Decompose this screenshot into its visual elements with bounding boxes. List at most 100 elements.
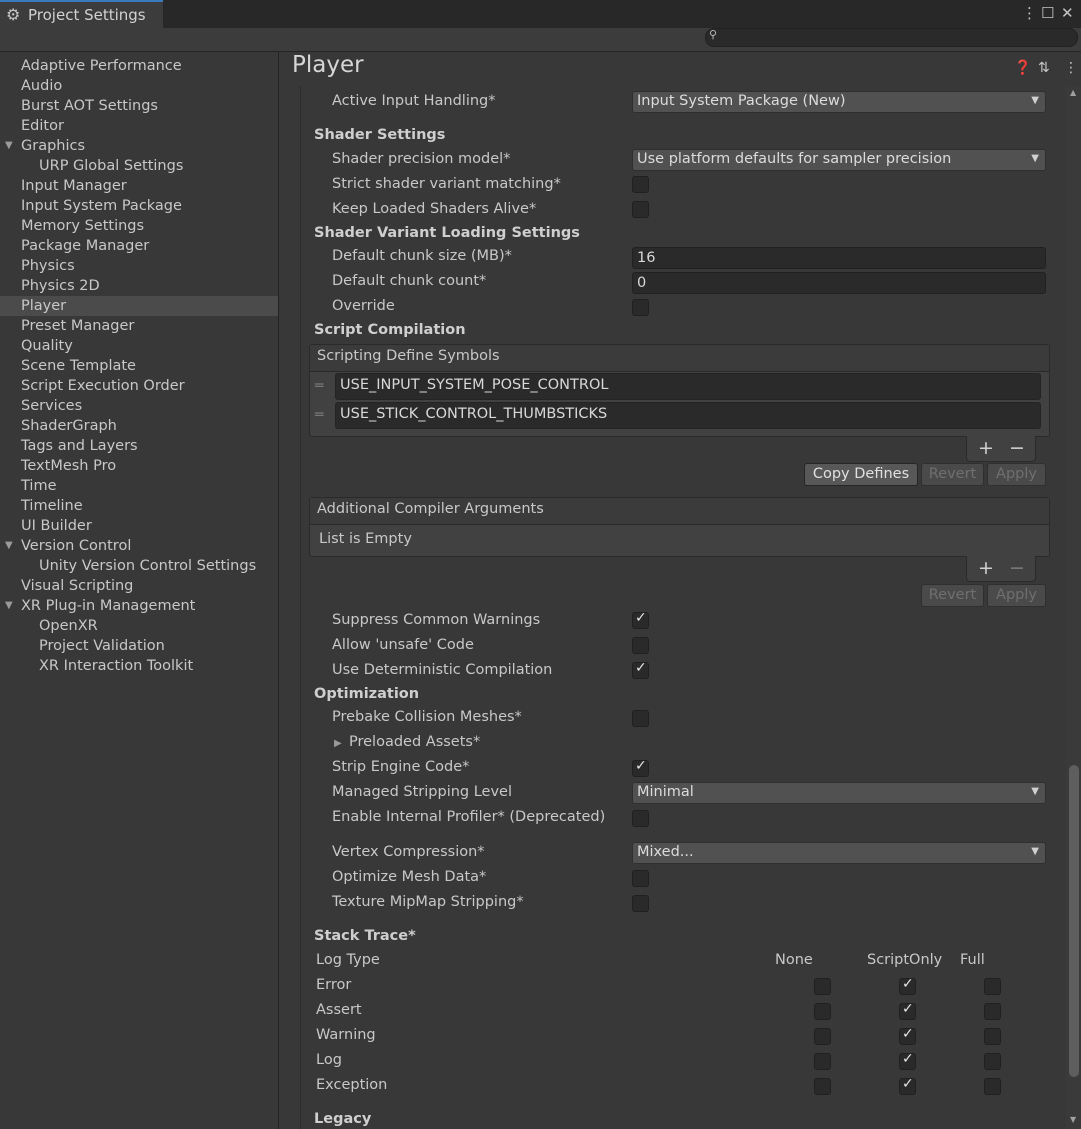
sidebar-item[interactable]: Memory Settings: [0, 216, 278, 236]
sidebar-item[interactable]: Time: [0, 476, 278, 496]
internal-profiler-checkbox[interactable]: [632, 810, 649, 827]
sidebar-item[interactable]: XR Interaction Toolkit: [0, 656, 278, 676]
strip-engine-checkbox[interactable]: [632, 758, 649, 777]
sidebar-item[interactable]: Editor: [0, 116, 278, 136]
context-menu-icon[interactable]: ⋮: [1064, 60, 1078, 76]
stack-trace-script-checkbox[interactable]: [899, 976, 916, 995]
shader-precision-dropdown[interactable]: Use platform defaults for sampler precis…: [632, 149, 1046, 171]
deterministic-checkbox[interactable]: [632, 660, 649, 679]
project-settings-tab[interactable]: ⚙ Project Settings: [0, 0, 163, 28]
sidebar-item[interactable]: Input Manager: [0, 176, 278, 196]
strict-variant-label: Strict shader variant matching*: [332, 176, 561, 192]
sidebar-item[interactable]: TextMesh Pro: [0, 456, 278, 476]
add-item-button[interactable]: +: [978, 437, 994, 459]
sidebar-item[interactable]: ▼ Graphics: [0, 136, 278, 156]
stack-trace-none-checkbox[interactable]: [814, 1053, 831, 1070]
stack-trace-script-checkbox[interactable]: [899, 1076, 916, 1095]
remove-argument-button[interactable]: −: [1009, 557, 1025, 579]
prebake-checkbox[interactable]: [632, 710, 649, 727]
sidebar-item[interactable]: Input System Package: [0, 196, 278, 216]
sidebar-item[interactable]: ▼ Version Control: [0, 536, 278, 556]
stack-trace-none-checkbox[interactable]: [814, 978, 831, 995]
apply-defines-button[interactable]: Apply: [987, 463, 1046, 486]
revert-arguments-button[interactable]: Revert: [921, 584, 984, 607]
sidebar-item[interactable]: OpenXR: [0, 616, 278, 636]
define-symbol-item[interactable]: USE_INPUT_SYSTEM_POSE_CONTROL: [335, 373, 1041, 400]
define-symbol-text: USE_STICK_CONTROL_THUMBSTICKS: [340, 406, 608, 422]
sidebar-item[interactable]: Burst AOT Settings: [0, 96, 278, 116]
remove-item-button[interactable]: −: [1009, 437, 1025, 459]
sidebar-item[interactable]: URP Global Settings: [0, 156, 278, 176]
stack-trace-full-checkbox[interactable]: [984, 1078, 1001, 1095]
close-icon[interactable]: ✕: [1061, 4, 1074, 22]
stack-trace-none-checkbox[interactable]: [814, 1028, 831, 1045]
sidebar-item-label: Memory Settings: [21, 218, 145, 234]
stack-trace-none-checkbox[interactable]: [814, 1078, 831, 1095]
sidebar-item[interactable]: Player: [0, 296, 278, 316]
sidebar-item-label: TextMesh Pro: [21, 458, 117, 474]
drag-handle-icon[interactable]: ═: [315, 378, 323, 394]
suppress-warnings-checkbox[interactable]: [632, 610, 649, 629]
allow-unsafe-label: Allow 'unsafe' Code: [332, 637, 474, 653]
apply-arguments-button[interactable]: Apply: [987, 584, 1046, 607]
sidebar-item-label: Unity Version Control Settings: [39, 558, 257, 574]
sidebar-item[interactable]: Timeline: [0, 496, 278, 516]
sidebar-item[interactable]: Unity Version Control Settings: [0, 556, 278, 576]
sidebar-item[interactable]: Tags and Layers: [0, 436, 278, 456]
foldout-arrow-icon[interactable]: ▶: [334, 738, 342, 749]
maximize-icon[interactable]: ☐: [1041, 4, 1054, 22]
sidebar-item[interactable]: Preset Manager: [0, 316, 278, 336]
sidebar-item[interactable]: ShaderGraph: [0, 416, 278, 436]
sidebar-item[interactable]: Physics: [0, 256, 278, 276]
stack-trace-full-checkbox[interactable]: [984, 1028, 1001, 1045]
sidebar-item[interactable]: Audio: [0, 76, 278, 96]
stack-trace-full-checkbox[interactable]: [984, 1003, 1001, 1020]
sidebar-item[interactable]: Scene Template: [0, 356, 278, 376]
sidebar-item[interactable]: Services: [0, 396, 278, 416]
keep-loaded-checkbox[interactable]: [632, 201, 649, 218]
sidebar-item[interactable]: Quality: [0, 336, 278, 356]
sidebar-item[interactable]: Package Manager: [0, 236, 278, 256]
strict-variant-checkbox[interactable]: [632, 176, 649, 193]
sidebar-item[interactable]: Adaptive Performance: [0, 56, 278, 76]
foldout-arrow-icon[interactable]: ▼: [5, 596, 13, 616]
drag-handle-icon[interactable]: ═: [315, 407, 323, 423]
revert-defines-button[interactable]: Revert: [921, 463, 984, 486]
scroll-down-icon[interactable]: ▼: [1070, 1115, 1076, 1124]
sidebar-item-label: URP Global Settings: [39, 158, 184, 174]
search-input[interactable]: ⚲: [705, 28, 1078, 47]
stack-trace-none-checkbox[interactable]: [814, 1003, 831, 1020]
stack-trace-script-checkbox[interactable]: [899, 1051, 916, 1070]
stack-trace-script-checkbox[interactable]: [899, 1026, 916, 1045]
sidebar-item[interactable]: Visual Scripting: [0, 576, 278, 596]
copy-defines-button[interactable]: Copy Defines: [804, 463, 918, 486]
stack-trace-script-checkbox[interactable]: [899, 1001, 916, 1020]
sidebar-item[interactable]: ▼ XR Plug-in Management: [0, 596, 278, 616]
mipmap-stripping-checkbox[interactable]: [632, 895, 649, 912]
sidebar-item[interactable]: Physics 2D: [0, 276, 278, 296]
foldout-arrow-icon[interactable]: ▼: [5, 536, 13, 556]
preloaded-assets-label[interactable]: Preloaded Assets*: [349, 734, 480, 750]
active-input-handling-dropdown[interactable]: Input System Package (New) ▼: [632, 91, 1046, 113]
vertex-compression-dropdown[interactable]: Mixed... ▼: [632, 842, 1046, 864]
define-symbol-item[interactable]: USE_STICK_CONTROL_THUMBSTICKS: [335, 402, 1041, 429]
scrollbar-thumb[interactable]: [1069, 765, 1079, 1077]
preset-icon[interactable]: ⇅: [1038, 60, 1050, 76]
stack-trace-full-checkbox[interactable]: [984, 1053, 1001, 1070]
sidebar-item[interactable]: Script Execution Order: [0, 376, 278, 396]
override-checkbox[interactable]: [632, 299, 649, 316]
add-argument-button[interactable]: +: [978, 557, 994, 579]
chunk-size-field[interactable]: 16: [632, 247, 1046, 269]
sidebar-item[interactable]: UI Builder: [0, 516, 278, 536]
allow-unsafe-checkbox[interactable]: [632, 637, 649, 654]
more-options-icon[interactable]: ⋮: [1022, 4, 1037, 22]
optimize-mesh-checkbox[interactable]: [632, 870, 649, 887]
log-type-label: Assert: [316, 1002, 362, 1018]
scroll-up-icon[interactable]: ▲: [1070, 88, 1076, 97]
foldout-arrow-icon[interactable]: ▼: [5, 136, 13, 156]
managed-stripping-dropdown[interactable]: Minimal ▼: [632, 782, 1046, 804]
sidebar-item[interactable]: Project Validation: [0, 636, 278, 656]
chunk-count-field[interactable]: 0: [632, 272, 1046, 294]
stack-trace-full-checkbox[interactable]: [984, 978, 1001, 995]
help-icon[interactable]: ❓: [1014, 60, 1031, 76]
